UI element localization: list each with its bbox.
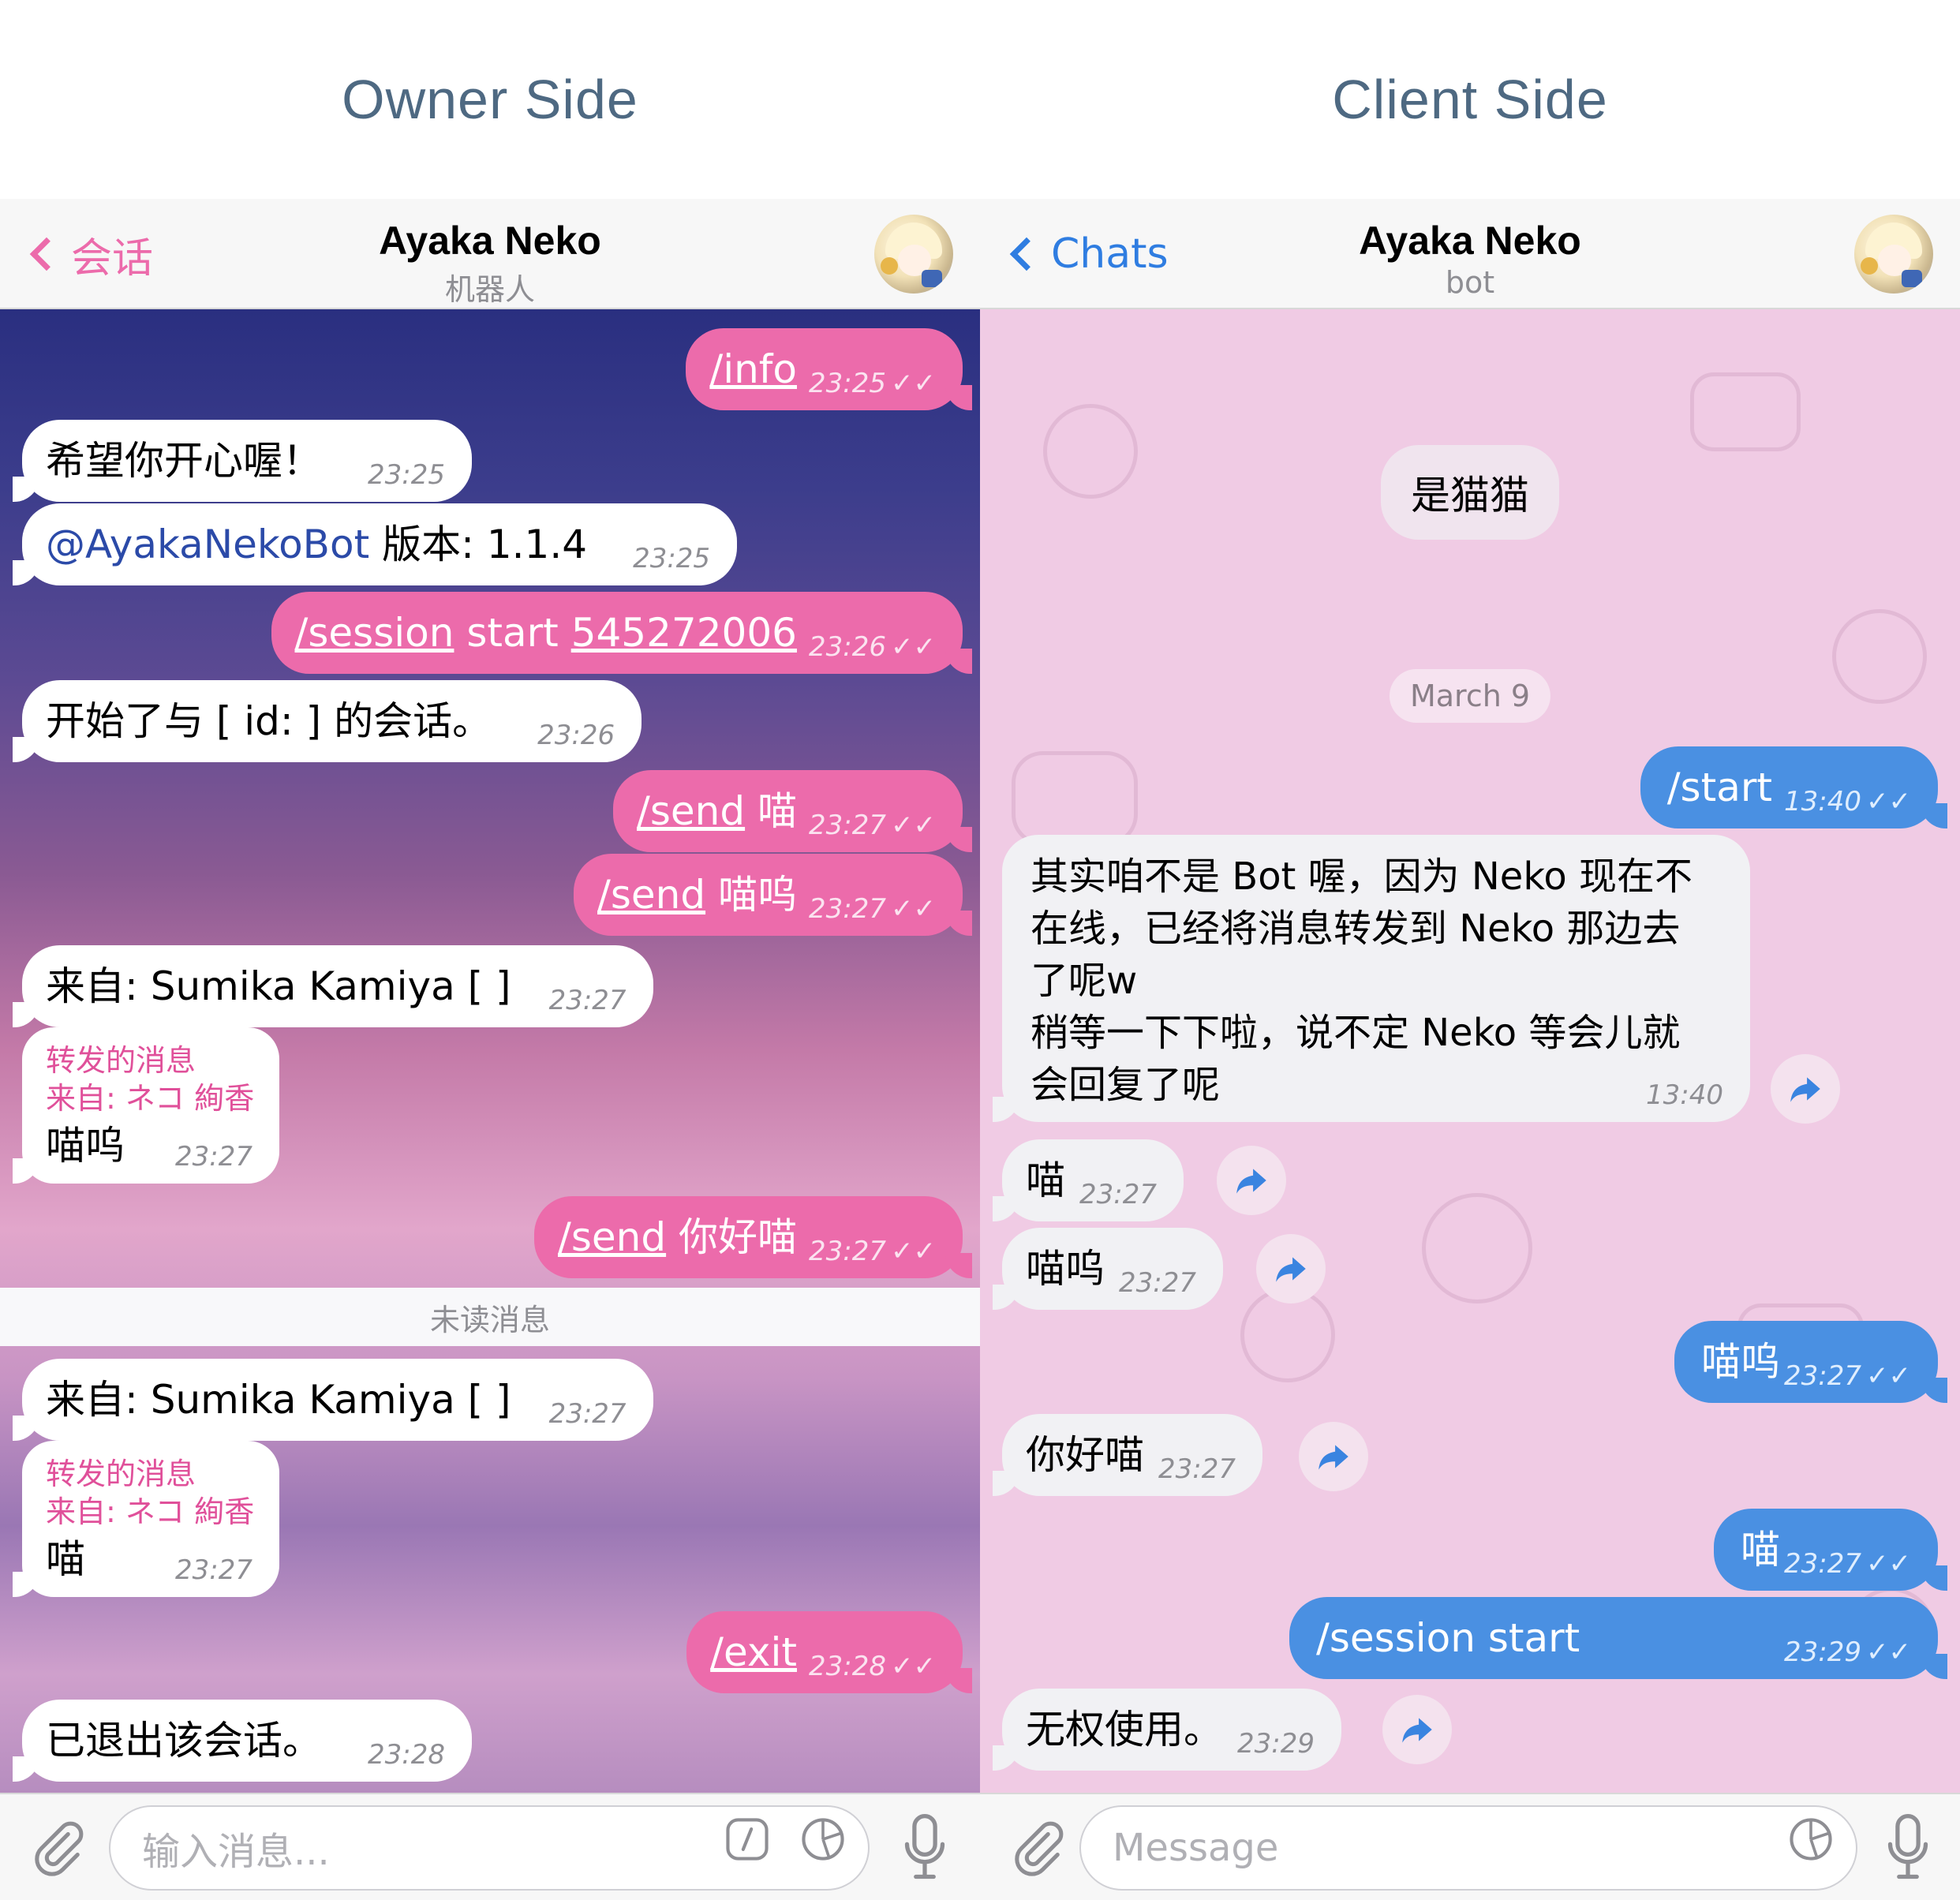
message-bubble[interactable]: /info 23:25 ✓✓ [686,328,972,410]
read-check-icon: ✓✓ [891,1236,936,1267]
background-doodle [1832,609,1927,704]
message-bubble[interactable]: 喵 23:27 ✓✓ [1714,1509,1947,1591]
sticker-icon[interactable] [799,1815,847,1864]
attach-icon[interactable] [27,1818,87,1878]
back-label: Chats [1051,230,1169,278]
background-doodle [1012,751,1138,846]
read-check-icon: ✓✓ [1866,786,1911,817]
owner-side-title: Owner Side [342,69,638,130]
share-button[interactable] [1256,1234,1326,1303]
message-bubble[interactable]: 其实咱不是 Bot 喔，因为 Neko 现在不 在线，已经将消息转发到 Neko… [993,835,1750,1122]
back-label: 会话 [71,234,154,282]
message-bubble[interactable]: /send 喵 23:27 ✓✓ [613,770,972,852]
client-panel: Client Side Chats Ayaka Neko bot 是猫猫 Mar… [980,0,1960,1900]
share-icon [1790,1077,1820,1102]
service-message: 是猫猫 [1381,445,1559,540]
message-bubble[interactable]: /exit 23:28 ✓✓ [686,1611,972,1693]
share-icon [1236,1169,1266,1194]
message-bubble[interactable]: 你好喵 23:27 [993,1414,1262,1496]
share-button[interactable] [1217,1146,1286,1215]
message-bubble[interactable]: 喵 23:27 [993,1139,1184,1221]
background-doodle [1043,404,1138,499]
read-check-icon: ✓✓ [891,893,936,925]
read-check-icon: ✓✓ [891,810,936,841]
share-icon [1319,1445,1348,1470]
read-check-icon: ✓✓ [891,368,936,399]
chat-header[interactable]: Ayaka Neko 机器人 [379,218,601,309]
forwarded-message-bubble[interactable]: 转发的消息 来自: ネコ 絢香 喵 23:27 [13,1441,279,1597]
message-bubble[interactable]: 来自: Sumika Kamiya [ ] 23:27 [13,945,653,1027]
message-bubble[interactable]: 喵呜 23:27 [993,1228,1223,1310]
chat-title: Ayaka Neko [379,219,601,263]
client-chat-area[interactable]: 是猫猫 March 9 /start 13:40 ✓✓ 其实咱不是 Bot 喔，因… [980,309,1960,1793]
share-button[interactable] [1771,1054,1840,1124]
avatar[interactable] [1854,215,1933,294]
read-check-icon: ✓✓ [891,1651,936,1682]
sticker-icon[interactable] [1786,1815,1835,1864]
chat-title: Ayaka Neko [1359,219,1581,263]
message-bubble[interactable]: 无权使用。 23:29 [993,1689,1341,1771]
message-bubble[interactable]: 希望你开心喔！ 23:25 [13,420,472,502]
back-button[interactable]: 会话 [24,199,153,309]
owner-chat-area[interactable]: /info 23:25 ✓✓ 希望你开心喔！ 23:25 @AyakaNekoBo… [0,309,980,1793]
read-check-icon: ✓✓ [1866,1360,1911,1392]
avatar[interactable] [874,215,953,294]
date-separator: March 9 [1389,669,1551,723]
share-button[interactable] [1382,1695,1452,1764]
message-bubble[interactable]: 来自: Sumika Kamiya [ ] 23:27 [13,1359,653,1441]
read-check-icon: ✓✓ [1866,1548,1911,1580]
forwarded-label: 转发的消息 [46,1457,196,1491]
message-input[interactable]: Message [1079,1805,1857,1891]
message-bubble[interactable]: 已退出该会话。 23:28 [13,1700,472,1782]
client-side-title: Client Side [1332,69,1608,130]
chat-header[interactable]: Ayaka Neko bot [1359,218,1581,300]
client-navbar: Chats Ayaka Neko bot [980,199,1960,309]
background-doodle [1690,372,1801,451]
forwarded-from: 来自: ネコ 絢香 [46,1494,255,1529]
share-button[interactable] [1299,1422,1368,1491]
forwarded-label: 转发的消息 [46,1043,196,1078]
back-button[interactable]: Chats [1004,199,1169,309]
mic-icon[interactable] [900,1812,950,1883]
share-icon [1402,1718,1432,1743]
message-bubble[interactable]: /session start 23:29 ✓✓ [1289,1597,1947,1679]
chevron-left-icon [1009,237,1044,271]
owner-navbar: 会话 Ayaka Neko 机器人 [0,199,980,309]
chevron-left-icon [29,237,64,271]
chat-subtitle: 机器人 [444,272,536,307]
client-input-bar: Message [980,1793,1960,1900]
attach-icon[interactable] [1007,1818,1067,1878]
message-bubble[interactable]: /send 喵呜 23:27 ✓✓ [574,854,972,936]
chat-subtitle: bot [1445,265,1495,300]
bot-mention-link[interactable]: @AyakaNekoBot [46,522,369,567]
command-icon[interactable] [723,1815,772,1864]
message-bubble[interactable]: /session start 545272006 23:26 ✓✓ [271,592,972,674]
message-bubble[interactable]: /send 你好喵 23:27 ✓✓ [534,1196,972,1278]
forwarded-message-bubble[interactable]: 转发的消息 来自: ネコ 絢香 喵呜 23:27 [13,1027,279,1184]
owner-input-bar: 输入消息... [0,1793,980,1900]
message-bubble[interactable]: 开始了与 [ id: ] 的会话。 23:26 [12,680,642,762]
message-bubble[interactable]: 喵呜 23:27 ✓✓ [1674,1321,1947,1403]
message-bubble[interactable]: @AyakaNekoBot 版本: 1.1.4 23:25 [12,503,738,585]
owner-panel: Owner Side 会话 Ayaka Neko 机器人 /info 23:25… [0,0,980,1900]
share-icon [1276,1257,1306,1282]
unread-messages-divider: 未读消息 [0,1288,980,1346]
mic-icon[interactable] [1883,1812,1933,1883]
forwarded-from: 来自: ネコ 絢香 [46,1081,255,1116]
read-check-icon: ✓✓ [891,631,936,663]
message-bubble[interactable]: /start 13:40 ✓✓ [1640,746,1948,828]
background-doodle [1422,1193,1532,1303]
read-check-icon: ✓✓ [1866,1636,1911,1668]
